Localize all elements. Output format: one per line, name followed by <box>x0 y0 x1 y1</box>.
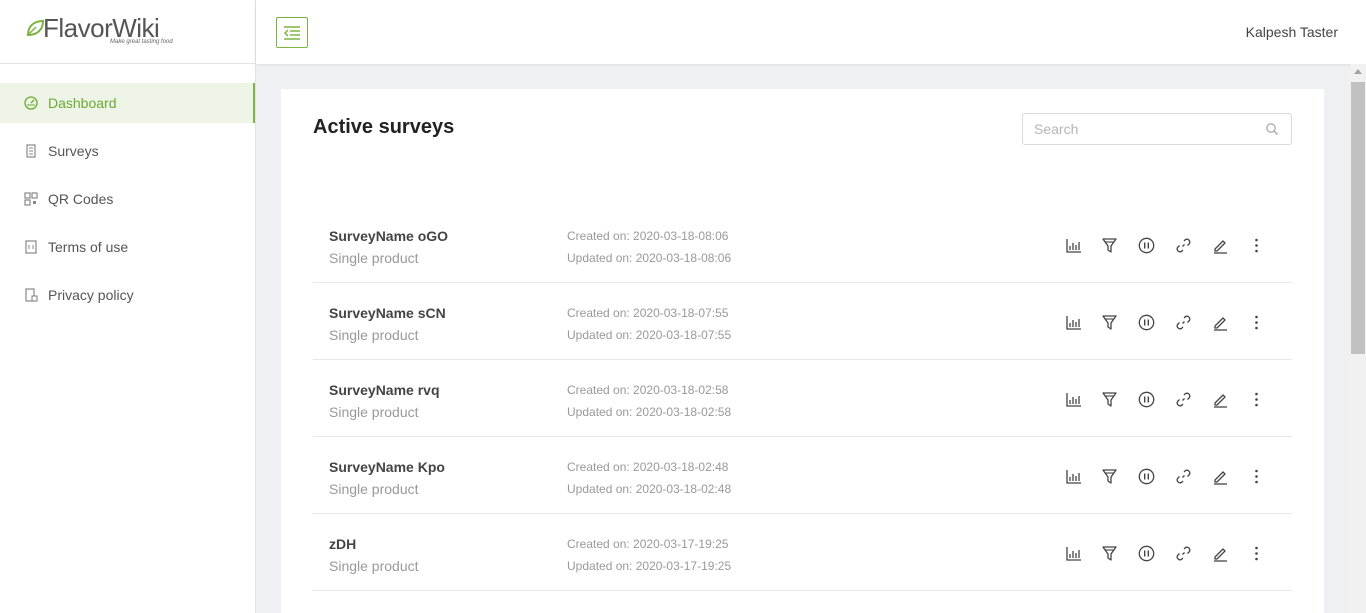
sidebar: FlavorWiki Make great tasting food Dashb… <box>0 0 256 613</box>
sidebar-item-privacy-policy[interactable]: Privacy policy <box>0 275 255 315</box>
more-icon[interactable] <box>1247 235 1267 255</box>
survey-icon <box>24 144 38 158</box>
survey-row[interactable]: SurveyName Kpo Single product Created on… <box>313 437 1292 514</box>
top-bar: Kalpesh Taster <box>256 0 1366 64</box>
survey-type: Single product <box>329 327 419 343</box>
pause-icon[interactable] <box>1137 312 1157 332</box>
page-title: Active surveys <box>313 116 455 138</box>
link-icon[interactable] <box>1173 466 1193 486</box>
more-icon[interactable] <box>1247 543 1267 563</box>
dashboard-icon <box>24 96 38 110</box>
logo[interactable]: FlavorWiki Make great tasting food <box>0 0 255 64</box>
row-actions <box>1063 543 1284 563</box>
link-icon[interactable] <box>1173 389 1193 409</box>
survey-row[interactable]: SurveyName oGO Single product Created on… <box>313 206 1292 283</box>
survey-list: SurveyName oGO Single product Created on… <box>313 206 1292 591</box>
more-icon[interactable] <box>1247 466 1267 486</box>
sidebar-item-dashboard[interactable]: Dashboard <box>0 83 255 123</box>
survey-name[interactable]: zDH <box>329 536 356 552</box>
stats-icon[interactable] <box>1063 466 1083 486</box>
funnel-icon[interactable] <box>1100 389 1120 409</box>
survey-type: Single product <box>329 250 419 266</box>
funnel-icon[interactable] <box>1100 543 1120 563</box>
survey-type: Single product <box>329 481 419 497</box>
survey-created-date: Created on: 2020-03-17-19:25 <box>567 537 729 551</box>
survey-name[interactable]: SurveyName rvq <box>329 382 440 398</box>
sidebar-item-label: Terms of use <box>48 239 129 255</box>
survey-updated-date: Updated on: 2020-03-18-08:06 <box>567 251 732 265</box>
stats-icon[interactable] <box>1063 312 1083 332</box>
survey-updated-date: Updated on: 2020-03-18-02:58 <box>567 405 732 419</box>
more-icon[interactable] <box>1247 389 1267 409</box>
pause-icon[interactable] <box>1137 389 1157 409</box>
sidebar-item-qr-codes[interactable]: QR Codes <box>0 179 255 219</box>
row-actions <box>1063 389 1284 409</box>
funnel-icon[interactable] <box>1100 466 1120 486</box>
link-icon[interactable] <box>1173 235 1193 255</box>
sidebar-item-label: QR Codes <box>48 191 114 207</box>
stats-icon[interactable] <box>1063 543 1083 563</box>
survey-created-date: Created on: 2020-03-18-07:55 <box>567 306 729 320</box>
survey-type: Single product <box>329 404 419 420</box>
sidebar-item-surveys[interactable]: Surveys <box>0 131 255 171</box>
survey-row[interactable]: SurveyName rvq Single product Created on… <box>313 360 1292 437</box>
stats-icon[interactable] <box>1063 389 1083 409</box>
scrollbar-thumb[interactable] <box>1351 82 1365 354</box>
active-surveys-card: Active surveys SurveyName oGO Single pro… <box>281 89 1324 613</box>
survey-name[interactable]: SurveyName oGO <box>329 228 448 244</box>
edit-icon[interactable] <box>1210 389 1230 409</box>
qr-code-icon <box>24 192 38 206</box>
user-name[interactable]: Kalpesh Taster <box>1246 24 1338 40</box>
pause-icon[interactable] <box>1137 466 1157 486</box>
leaf-logo-icon <box>26 19 45 37</box>
funnel-icon[interactable] <box>1100 235 1120 255</box>
row-actions <box>1063 466 1284 486</box>
pause-icon[interactable] <box>1137 543 1157 563</box>
survey-created-date: Created on: 2020-03-18-02:48 <box>567 460 729 474</box>
pause-icon[interactable] <box>1137 235 1157 255</box>
edit-icon[interactable] <box>1210 543 1230 563</box>
privacy-icon <box>24 288 38 302</box>
survey-created-date: Created on: 2020-03-18-02:58 <box>567 383 729 397</box>
sidebar-item-terms-of-use[interactable]: Terms of use <box>0 227 255 267</box>
row-actions <box>1063 312 1284 332</box>
survey-name[interactable]: SurveyName Kpo <box>329 459 445 475</box>
survey-updated-date: Updated on: 2020-03-18-02:48 <box>567 482 732 496</box>
sidebar-item-label: Surveys <box>48 143 99 159</box>
link-icon[interactable] <box>1173 312 1193 332</box>
survey-updated-date: Updated on: 2020-03-17-19:25 <box>567 559 732 573</box>
funnel-icon[interactable] <box>1100 312 1120 332</box>
survey-name[interactable]: SurveyName sCN <box>329 305 446 321</box>
row-actions <box>1063 235 1284 255</box>
survey-row[interactable]: zDH Single product Created on: 2020-03-1… <box>313 514 1292 591</box>
logo-tagline: Make great tasting food <box>110 39 173 45</box>
menu-collapse-icon <box>283 25 300 40</box>
menu-toggle-button[interactable] <box>276 17 308 48</box>
sidebar-item-label: Dashboard <box>48 95 117 111</box>
search-input[interactable] <box>1023 114 1253 144</box>
stats-icon[interactable] <box>1063 235 1083 255</box>
edit-icon[interactable] <box>1210 312 1230 332</box>
edit-icon[interactable] <box>1210 466 1230 486</box>
scroll-up-arrow[interactable] <box>1354 69 1362 74</box>
survey-row[interactable]: SurveyName sCN Single product Created on… <box>313 283 1292 360</box>
survey-updated-date: Updated on: 2020-03-18-07:55 <box>567 328 732 342</box>
survey-created-date: Created on: 2020-03-18-08:06 <box>567 229 729 243</box>
edit-icon[interactable] <box>1210 235 1230 255</box>
terms-icon <box>24 240 38 254</box>
more-icon[interactable] <box>1247 312 1267 332</box>
sidebar-item-label: Privacy policy <box>48 287 134 303</box>
sidebar-nav: Dashboard Surveys QR Codes Terms of use … <box>0 83 255 315</box>
link-icon[interactable] <box>1173 543 1193 563</box>
search-icon[interactable] <box>1265 122 1279 136</box>
survey-type: Single product <box>329 558 419 574</box>
search-box[interactable] <box>1022 113 1292 145</box>
